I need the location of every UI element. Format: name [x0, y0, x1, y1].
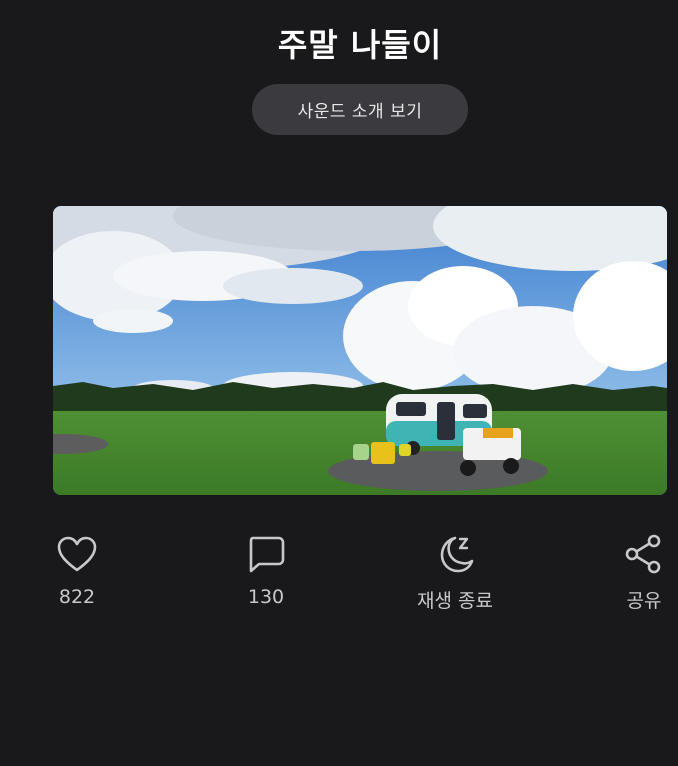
like-count: 822	[58, 586, 96, 608]
sleep-timer-button[interactable]: 재생 종료	[415, 530, 495, 613]
share-button[interactable]: 공유	[620, 530, 668, 613]
like-button[interactable]: 822	[53, 530, 101, 608]
moon-zz-icon	[431, 530, 479, 578]
page-title: 주말 나들이	[277, 26, 443, 64]
comment-count: 130	[247, 586, 285, 608]
heart-icon	[53, 530, 101, 578]
action-bar: 822 130 재생 종료 공유	[0, 530, 678, 620]
sound-intro-button[interactable]: 사운드 소개 보기	[252, 84, 468, 135]
cover-image	[53, 206, 667, 495]
sleep-timer-label: 재생 종료	[417, 590, 493, 612]
comment-button[interactable]: 130	[242, 530, 290, 608]
share-icon	[620, 530, 668, 578]
share-label: 공유	[626, 590, 662, 612]
comment-icon	[242, 530, 290, 578]
